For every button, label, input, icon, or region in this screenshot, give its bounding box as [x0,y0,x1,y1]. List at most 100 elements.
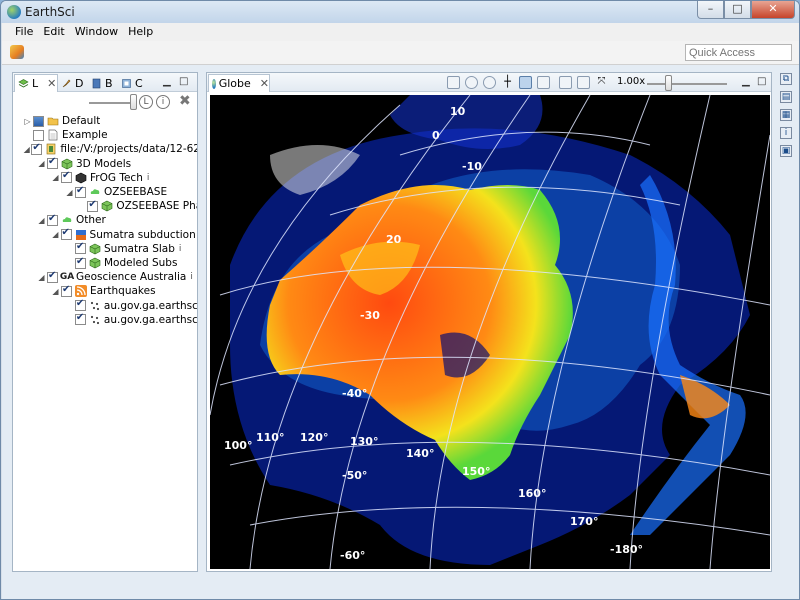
tree-row[interactable]: Sumatra Slab i [65,241,197,256]
layer-checkbox[interactable] [75,256,86,269]
restore-icon[interactable]: ⧉ [780,73,792,85]
layer-checkbox[interactable] [75,241,86,255]
window-icon[interactable] [559,76,572,89]
crosshair-icon[interactable]: ┼ [501,76,514,89]
layer-info-icon[interactable]: i [179,244,182,254]
lat-label: 10 [450,105,466,118]
tree-row[interactable]: au.gov.ga.earthsc [65,298,197,313]
zoom-slider-track[interactable] [647,83,727,85]
tab-catalog[interactable]: C [121,74,143,92]
layer-checkbox[interactable] [47,213,58,226]
quick-access-input[interactable] [685,44,792,61]
layer-checkbox[interactable] [74,312,86,326]
zoom-slider-thumb[interactable] [665,75,672,91]
layer-checkbox[interactable] [47,156,58,170]
tree-row[interactable]: ◢ OZSEEBASE [65,185,197,199]
tree-row[interactable]: ◢ file:/V:/projects/data/12-6205 - I [23,142,197,156]
panel-maximize-icon[interactable]: □ [179,76,188,87]
info-view-icon[interactable]: i [780,127,792,139]
tree-row[interactable]: au.gov.ga.earthsc [65,312,197,327]
tree-row[interactable]: Example [23,128,197,142]
tab-close-icon[interactable]: ✕ [47,77,56,90]
grid-icon[interactable] [577,76,590,89]
properties-icon[interactable]: ▦ [780,109,792,121]
tab-layers[interactable]: L ✕ [14,74,58,92]
close-button[interactable]: ✕ [751,1,795,19]
settings-globe-icon[interactable] [537,76,550,89]
tree-expander-icon[interactable]: ◢ [51,287,60,296]
menu-edit[interactable]: Edit [38,23,69,41]
tree-expander-icon[interactable]: ◢ [37,159,46,168]
menu-window[interactable]: Window [70,23,123,41]
globe-panel: Globe ✕ ┼ ⤧ 1.00x ▁ □ 10 0 -10 20 -30 -4… [206,72,772,572]
tree-expander-icon[interactable]: ◢ [23,145,30,154]
layer-checkbox[interactable] [61,170,72,184]
tab-close-icon[interactable]: ✕ [260,77,269,90]
panel-minimize-icon[interactable]: ▁ [742,76,750,87]
menu-file[interactable]: File [10,23,38,41]
tree-row[interactable]: OZSEEBASE Phane [79,199,197,213]
minimize-button[interactable]: – [697,1,724,19]
tree-row[interactable]: ◢ GAGeoscience Australiai [37,270,197,284]
globe-view-icon[interactable] [465,76,478,89]
layer-checkbox[interactable] [47,270,58,283]
layer-checkbox[interactable] [60,227,72,241]
tree-row[interactable]: ◢ 3D Models [37,156,197,171]
layer-checkbox[interactable] [74,298,86,312]
views-icon[interactable]: ▤ [780,91,792,103]
compass-icon[interactable] [483,76,496,89]
info-legend-icon[interactable]: L [139,95,153,109]
rss-icon [75,285,87,298]
tab-globe[interactable]: Globe ✕ [208,74,270,92]
flat-view-icon[interactable] [447,76,460,89]
tree-expander-icon[interactable]: ▷ [23,117,32,126]
ga-logo-text: GA [59,272,75,283]
tab-datasets[interactable]: D [61,74,83,92]
tree-row-label: Geoscience Australia [76,271,187,284]
menu-help[interactable]: Help [123,23,158,41]
layer-checkbox[interactable] [31,142,43,155]
workbench: L ✕ D B C ▁ □ L i ✖ ▷ Default Example ◢ … [2,65,799,599]
tree-row-label: au.gov.ga.earthsc [103,313,197,326]
legend-icon[interactable]: ▣ [780,145,792,157]
tree-expander-icon[interactable]: ◢ [51,230,60,239]
tree-row[interactable]: ◢ Sumatra subduction : [51,227,197,242]
lon-label: 130° [350,435,378,448]
maximize-button[interactable]: □ [724,1,751,19]
layer-checkbox[interactable] [33,115,44,127]
tree-row[interactable]: ◢ FrOG Tech i [51,170,197,185]
panel-maximize-icon[interactable]: □ [757,76,766,87]
layer-info-icon[interactable]: i [147,173,150,183]
tree-expander-icon[interactable]: ◢ [37,273,46,282]
tree-expander-icon[interactable]: ◢ [37,216,46,225]
tree-row[interactable]: ◢ Earthquakes [51,284,197,298]
globe-canvas[interactable]: 10 0 -10 20 -30 -40° -50° -60° 100° 110°… [210,95,770,569]
panel-minimize-icon[interactable]: ▁ [163,76,171,87]
app-globe-icon [7,5,21,19]
remove-layer-icon[interactable]: ✖ [179,93,191,109]
layer-checkbox[interactable] [33,129,44,141]
globe-render[interactable]: 10 0 -10 20 -30 -40° -50° -60° 100° 110°… [210,95,770,569]
opacity-slider-track[interactable] [89,102,135,104]
layer-checkbox[interactable] [75,185,86,198]
tree-expander-icon[interactable]: ◢ [51,173,60,182]
tab-bookmarks[interactable]: B [91,74,113,92]
catalog-icon [122,78,131,88]
tree-row[interactable]: ▷ Default [23,114,197,128]
opacity-slider-thumb[interactable] [130,94,137,110]
layer-info-icon[interactable]: i [190,272,193,282]
rocket-icon [62,79,71,87]
layer-checkbox[interactable] [87,199,99,212]
tree-row[interactable]: ◢ Other [37,213,197,227]
tree-row[interactable]: Modeled Subs [65,256,197,270]
info-icon[interactable]: i [156,95,170,109]
tab-bookmarks-label: B [105,76,113,90]
tree-expander-icon[interactable]: ◢ [65,188,74,197]
layer-checkbox[interactable] [61,284,72,297]
lon-label: 140° [406,447,434,460]
terrain-icon[interactable] [519,76,532,89]
perspective-icon[interactable] [10,45,24,59]
fullscreen-icon[interactable]: ⤧ [595,76,608,89]
cloud-green-icon [89,186,101,198]
tree-row-label: OZSEEBASE [104,186,168,198]
